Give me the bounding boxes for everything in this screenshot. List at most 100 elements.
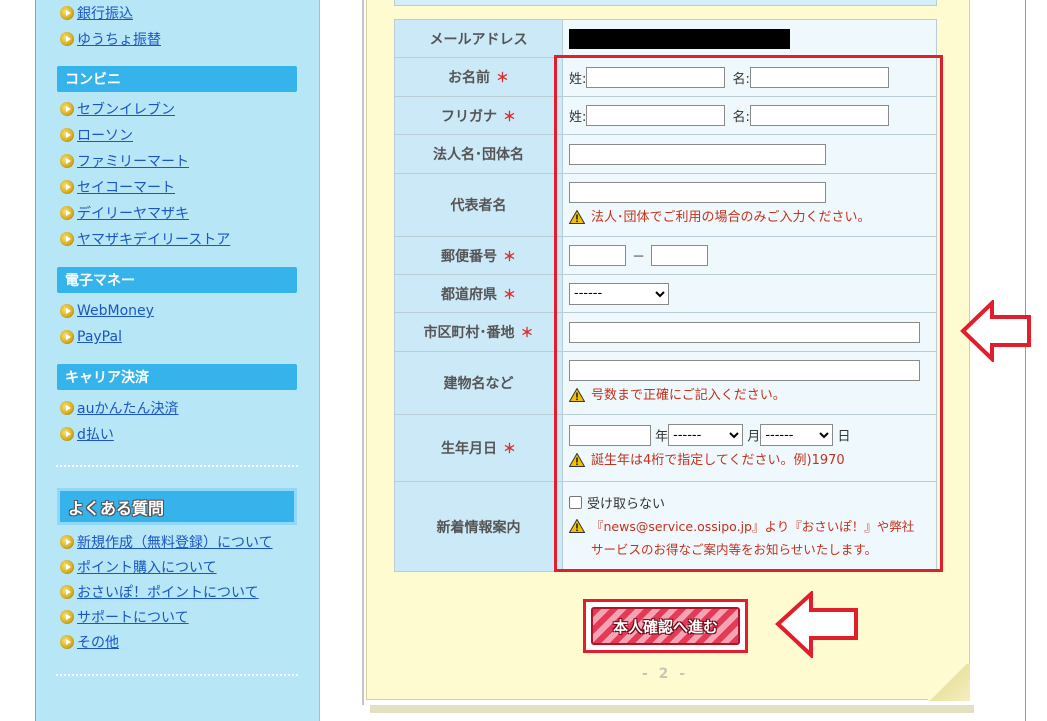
faq-link-label[interactable]: 新規作成（無料登録）について [77,532,273,552]
sidebar-link-label[interactable]: セブンイレブン [77,99,175,119]
bullet-icon [60,635,74,649]
sidebar-link-seven[interactable]: セブンイレブン [60,99,175,119]
required-mark: ＊ [502,249,516,265]
warning-icon [569,387,585,402]
row-furigana: フリガナ＊ 姓: 名: [394,96,937,135]
sidebar-heading-carrier: キャリア決済 [57,364,297,390]
sidebar-link-paypal[interactable]: PayPal [60,327,122,347]
faq-heading-label: よくある質問 [68,498,165,518]
faq-heading: よくある質問 [57,488,297,525]
bullet-icon [60,32,74,46]
bullet-icon [60,206,74,220]
sidebar-link-label[interactable]: デイリーヤマザキ [77,203,189,223]
registration-form: メールアドレス お名前＊ 姓: 名: フリガナ＊ 姓: 名: 法人名･団体名 代… [394,19,937,572]
sidebar-link-au[interactable]: auかんたん決済 [60,398,178,418]
sidebar-link-yamazaki[interactable]: ヤマザキデイリーストア [60,229,230,249]
sidebar-link-dpay[interactable]: d払い [60,424,114,444]
sidebar-link-label[interactable]: 銀行振込 [77,3,133,23]
company-label: 法人名･団体名 [394,134,563,174]
month-unit: 月 [747,429,761,445]
birth-day-select[interactable]: ------ [760,424,834,446]
row-representative: 代表者名 法人･団体でご利用の場合のみご入力ください。 [394,173,937,237]
faq-link-osaipo-points[interactable]: おさいぽ！ポイントについて [60,582,259,602]
row-email: メールアドレス [394,19,937,58]
first-name-kana-input[interactable] [749,105,889,126]
birthdate-note: 誕生年は4桁で指定してください。例)1970 [569,449,936,472]
warning-icon [569,209,585,224]
bullet-icon [60,535,74,549]
newsletter-label: 新着情報案内 [394,481,563,572]
sidebar-link-familymart[interactable]: ファミリーマート [60,151,189,171]
sidebar-divider [56,465,298,467]
sidebar-link-label[interactable]: ゆうちょ振替 [77,29,161,49]
postal-code-second-input[interactable] [651,245,709,266]
faq-link-points-purchase[interactable]: ポイント購入について [60,557,217,577]
city-address-input[interactable] [569,321,920,343]
sidebar-link-label[interactable]: PayPal [77,329,122,345]
mei-label: 名: [732,71,750,87]
sidebar-link-label[interactable]: WebMoney [77,303,154,319]
faq-link-label[interactable]: サポートについて [77,607,189,627]
faq-link-support[interactable]: サポートについて [60,607,189,627]
prefecture-select[interactable]: ------ [569,282,669,305]
birthdate-note-text: 誕生年は4桁で指定してください。例)1970 [591,453,845,468]
first-name-input[interactable] [749,66,889,88]
faq-link-label[interactable]: おさいぽ！ポイントについて [77,582,259,602]
postal-separator: － [632,250,646,265]
sidebar-link-label[interactable]: ファミリーマート [77,151,189,171]
sidebar-link-label[interactable]: auかんたん決済 [77,398,178,418]
postal-code-first-input[interactable] [569,245,626,266]
required-mark: ＊ [502,109,516,125]
birthdate-label: 生年月日＊ [394,414,563,482]
bullet-icon [60,585,74,599]
bullet-icon [60,180,74,194]
required-mark: ＊ [502,442,516,457]
sidebar-link-yucho[interactable]: ゆうちょ振替 [60,29,161,49]
newsletter-note-line2: サービスのお得なご案内等をお知らせいたします。 [591,541,878,557]
sidebar-link-webmoney[interactable]: WebMoney [60,301,154,321]
bullet-icon [60,560,74,574]
sidebar-link-lawson[interactable]: ローソン [60,125,133,145]
row-company: 法人名･団体名 [394,134,937,174]
bullet-icon [60,128,74,142]
postal-label: 郵便番号＊ [394,236,563,275]
bullet-icon [60,6,74,20]
building-input[interactable] [569,359,920,381]
sei-label: 姓: [569,71,587,87]
row-birthdate: 生年月日＊ 年 ------ 月 ------ 日 誕生年は4桁で指定してください。… [394,414,937,482]
newsletter-note: 『news@service.ossipo.jp』より『おさいぽ！』や弊社 サービス… [569,515,936,561]
newsletter-optout-label: 受け取らない [587,496,666,512]
sidebar-divider [56,674,298,676]
newsletter-optout-checkbox[interactable] [569,495,582,509]
representative-input[interactable] [569,181,826,203]
last-name-kana-input[interactable] [586,105,726,126]
newsletter-optout[interactable]: 受け取らない [569,493,936,512]
proceed-identity-verification-button[interactable]: 本人確認へ進む [591,607,740,645]
faq-link-other[interactable]: その他 [60,632,119,652]
birth-year-input[interactable] [569,424,651,446]
company-input[interactable] [569,143,826,165]
paper-shadow [370,705,974,713]
faq-link-label[interactable]: その他 [77,632,119,652]
representative-label: 代表者名 [394,173,563,237]
birth-month-select[interactable]: ------ [668,424,744,446]
sei-label: 姓: [569,110,587,125]
faq-link-registration[interactable]: 新規作成（無料登録）について [60,532,273,552]
sidebar-link-label[interactable]: ローソン [77,125,133,145]
sidebar-link-daily[interactable]: デイリーヤマザキ [60,203,189,223]
sidebar-link-label[interactable]: セイコーマート [77,177,175,197]
row-postal: 郵便番号＊ － [394,236,937,275]
faq-link-label[interactable]: ポイント購入について [77,557,217,577]
required-mark: ＊ [495,71,509,86]
sidebar-link-bank[interactable]: 銀行振込 [60,3,133,23]
left-arrow-icon [960,300,1031,362]
sidebar-link-label[interactable]: ヤマザキデイリーストア [77,229,230,249]
sidebar-link-label[interactable]: d払い [77,424,114,444]
bullet-icon [60,304,74,318]
newsletter-note-text: 『news@service.ossipo.jp』より『おさいぽ！』や弊社 サービス… [591,515,914,561]
sidebar-link-seicomart[interactable]: セイコーマート [60,177,175,197]
sidebar-heading-convenience: コンビニ [57,66,297,92]
bullet-icon [60,401,74,415]
last-name-input[interactable] [586,66,726,88]
row-prefecture: 都道府県＊ ------ [394,274,937,313]
